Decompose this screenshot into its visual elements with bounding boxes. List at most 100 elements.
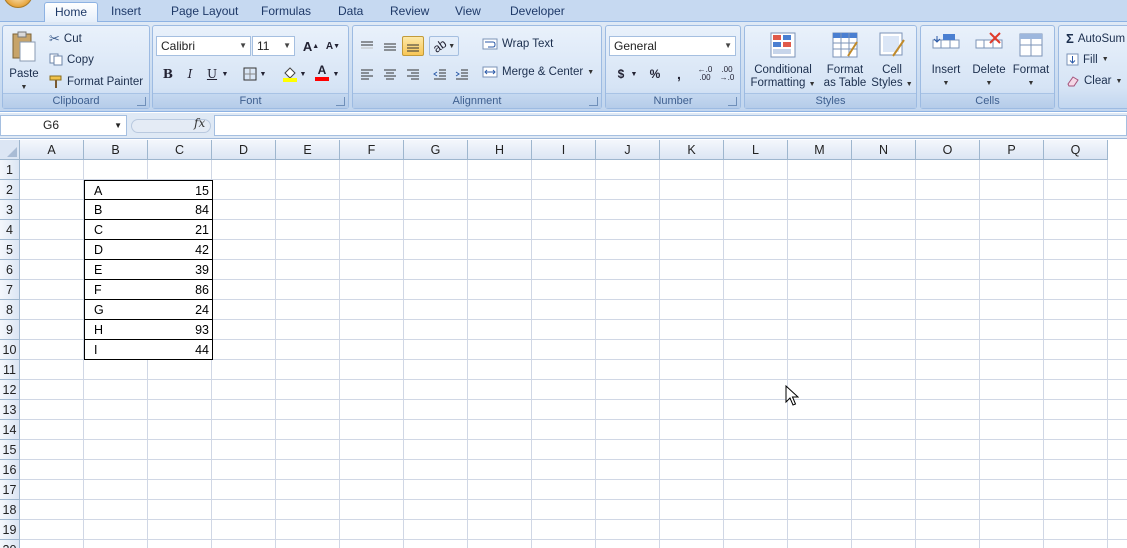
column-header[interactable]: D: [212, 140, 276, 160]
percent-button[interactable]: %: [644, 64, 666, 84]
row-header[interactable]: 6: [0, 260, 20, 280]
column-header[interactable]: P: [980, 140, 1044, 160]
align-center-button[interactable]: [379, 64, 401, 84]
decrease-indent-button[interactable]: [429, 64, 451, 84]
increase-indent-button[interactable]: [451, 64, 473, 84]
table-value-cell[interactable]: 15: [148, 180, 213, 200]
row-header[interactable]: 7: [0, 280, 20, 300]
insert-cells-button[interactable]: Insert ▼: [925, 30, 967, 90]
row-header[interactable]: 8: [0, 300, 20, 320]
row-header[interactable]: 1: [0, 160, 20, 180]
increase-decimal-button[interactable]: ←.0.00: [694, 64, 716, 84]
font-color-button[interactable]: A: [311, 62, 333, 82]
table-value-cell[interactable]: 24: [148, 300, 213, 320]
delete-cells-button[interactable]: Delete ▼: [968, 30, 1010, 90]
format-painter-button[interactable]: Format Painter: [49, 75, 143, 89]
row-header[interactable]: 3: [0, 200, 20, 220]
table-value-cell[interactable]: 42: [148, 240, 213, 260]
copy-button[interactable]: Copy: [49, 53, 94, 66]
cell-styles-button[interactable]: Cell Styles ▼: [871, 30, 913, 91]
column-header[interactable]: E: [276, 140, 340, 160]
row-header[interactable]: 12: [0, 380, 20, 400]
column-header[interactable]: Q: [1044, 140, 1108, 160]
borders-dropdown-arrow[interactable]: ▼: [258, 64, 268, 84]
column-header[interactable]: I: [532, 140, 596, 160]
table-value-cell[interactable]: 84: [148, 200, 213, 220]
column-header[interactable]: G: [404, 140, 468, 160]
column-header[interactable]: F: [340, 140, 404, 160]
paste-button[interactable]: Paste ▼: [7, 30, 41, 94]
align-top-button[interactable]: [356, 36, 378, 56]
number-dialog-launcher-icon[interactable]: [728, 97, 737, 106]
column-header[interactable]: J: [596, 140, 660, 160]
row-header[interactable]: 15: [0, 440, 20, 460]
conditional-formatting-button[interactable]: Conditional Formatting ▼: [749, 30, 817, 91]
cut-button[interactable]: ✂ Cut: [49, 31, 82, 47]
column-header[interactable]: B: [84, 140, 148, 160]
font-size-select[interactable]: 11 ▼: [252, 36, 295, 56]
insert-function-icon[interactable]: fx: [194, 116, 205, 130]
clipboard-dialog-launcher-icon[interactable]: [137, 97, 146, 106]
currency-dropdown-arrow[interactable]: ▼: [629, 64, 639, 84]
align-right-button[interactable]: [402, 64, 424, 84]
column-header[interactable]: N: [852, 140, 916, 160]
row-header[interactable]: 18: [0, 500, 20, 520]
row-header[interactable]: 9: [0, 320, 20, 340]
table-value-cell[interactable]: 39: [148, 260, 213, 280]
tab-view[interactable]: View: [445, 2, 491, 22]
column-header[interactable]: A: [20, 140, 84, 160]
row-header[interactable]: 20: [0, 540, 20, 548]
font-dialog-launcher-icon[interactable]: [336, 97, 345, 106]
fill-button[interactable]: Fill ▼: [1066, 53, 1109, 66]
decrease-decimal-button[interactable]: .00 →.0: [716, 64, 738, 84]
tab-data[interactable]: Data: [328, 2, 373, 22]
alignment-dialog-launcher-icon[interactable]: [589, 97, 598, 106]
tab-formulas[interactable]: Formulas: [251, 2, 321, 22]
italic-button[interactable]: I: [179, 64, 201, 84]
tab-page-layout[interactable]: Page Layout: [161, 2, 248, 22]
table-value-cell[interactable]: 21: [148, 220, 213, 240]
table-label-cell[interactable]: E: [84, 260, 149, 280]
row-header[interactable]: 11: [0, 360, 20, 380]
merge-center-button[interactable]: Merge & Center ▼: [482, 66, 594, 78]
row-header[interactable]: 19: [0, 520, 20, 540]
tab-home[interactable]: Home: [44, 2, 99, 23]
orientation-button[interactable]: ab ▼: [429, 36, 459, 56]
align-bottom-button[interactable]: [402, 36, 424, 56]
align-middle-button[interactable]: [379, 36, 401, 56]
table-label-cell[interactable]: H: [84, 320, 149, 340]
table-value-cell[interactable]: 93: [148, 320, 213, 340]
table-label-cell[interactable]: I: [84, 340, 149, 360]
column-header[interactable]: O: [916, 140, 980, 160]
row-header[interactable]: 5: [0, 240, 20, 260]
wrap-text-button[interactable]: Wrap Text: [482, 38, 553, 50]
align-left-button[interactable]: [356, 64, 378, 84]
table-value-cell[interactable]: 44: [148, 340, 213, 360]
column-header[interactable]: C: [148, 140, 212, 160]
row-header[interactable]: 2: [0, 180, 20, 200]
row-header[interactable]: 17: [0, 480, 20, 500]
underline-dropdown-arrow[interactable]: ▼: [220, 64, 230, 84]
formula-input[interactable]: [214, 115, 1127, 136]
column-header[interactable]: H: [468, 140, 532, 160]
select-all-button[interactable]: [0, 140, 20, 160]
font-color-dropdown-arrow[interactable]: ▼: [331, 64, 341, 84]
row-header[interactable]: 4: [0, 220, 20, 240]
format-cells-button[interactable]: Format ▼: [1010, 30, 1052, 90]
fill-color-dropdown-arrow[interactable]: ▼: [298, 64, 308, 84]
row-header[interactable]: 14: [0, 420, 20, 440]
tab-insert[interactable]: Insert: [101, 2, 151, 22]
merge-center-dropdown-arrow[interactable]: ▼: [587, 69, 594, 76]
font-name-select[interactable]: Calibri ▼: [156, 36, 251, 56]
table-value-cell[interactable]: 86: [148, 280, 213, 300]
column-header[interactable]: M: [788, 140, 852, 160]
row-header[interactable]: 16: [0, 460, 20, 480]
table-label-cell[interactable]: B: [84, 200, 149, 220]
column-header[interactable]: K: [660, 140, 724, 160]
row-header[interactable]: 10: [0, 340, 20, 360]
table-label-cell[interactable]: G: [84, 300, 149, 320]
tab-developer[interactable]: Developer: [500, 2, 575, 22]
row-header[interactable]: 13: [0, 400, 20, 420]
table-label-cell[interactable]: F: [84, 280, 149, 300]
office-button[interactable]: [3, 0, 33, 8]
